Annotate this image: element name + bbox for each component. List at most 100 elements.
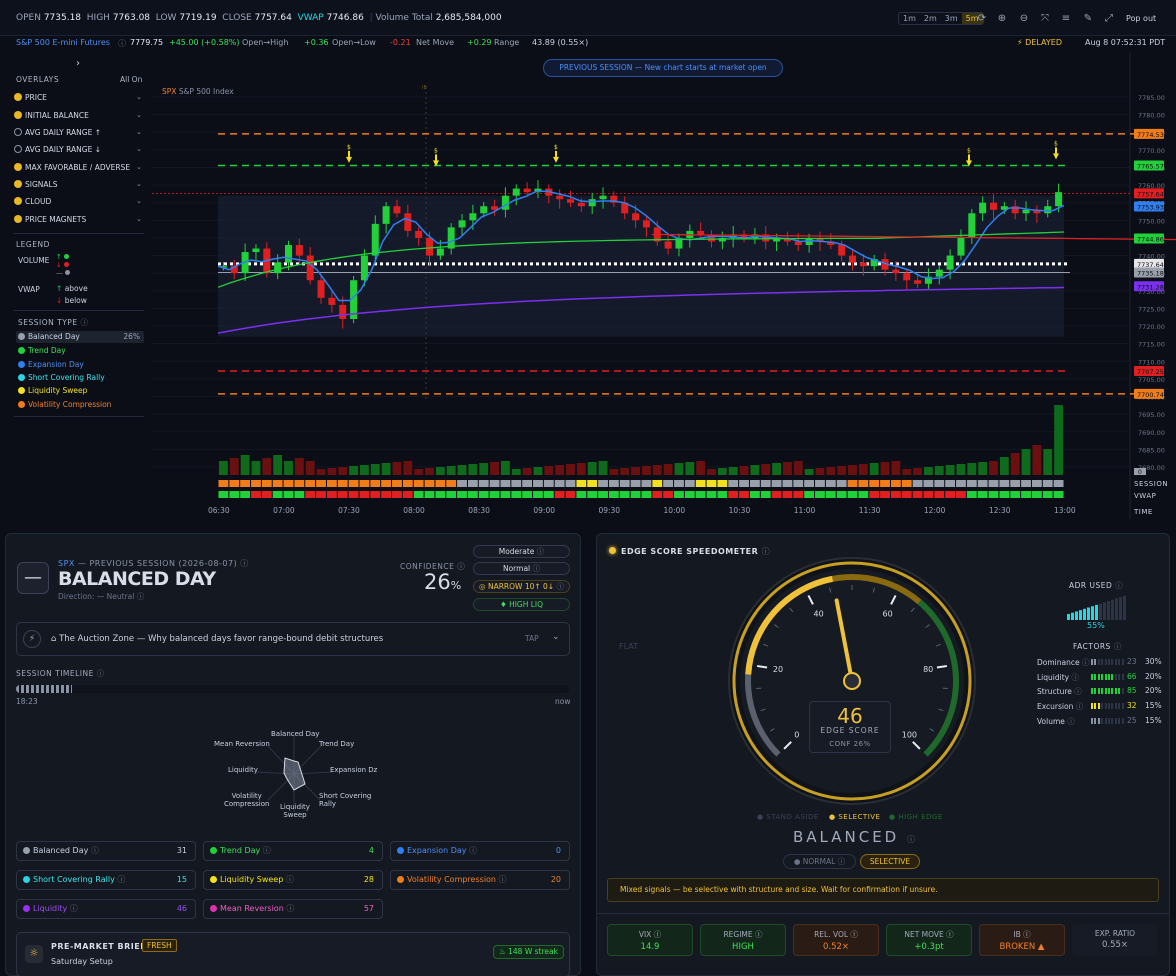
prob-trend-day[interactable]: Trend Day ⓘ 4: [203, 841, 383, 861]
vwap-strip-cell: [511, 491, 522, 498]
info-icon[interactable]: ⓘ: [1065, 717, 1075, 726]
session-type-vol-compression[interactable]: Volatility Compression: [18, 400, 150, 409]
pill-moderate[interactable]: Moderate ⓘ: [473, 545, 570, 558]
prob-liquidity-sweep[interactable]: Liquidity Sweep ⓘ 28: [203, 870, 383, 890]
kpi-card[interactable]: VIX ⓘ 14.9: [607, 924, 693, 956]
info-icon[interactable]: ⓘ: [240, 559, 249, 568]
session-symbol[interactable]: SPX: [58, 559, 75, 568]
checkbox-icon[interactable]: [14, 215, 22, 223]
timeframe-2m[interactable]: 2m: [920, 13, 941, 24]
prob-expansion-day[interactable]: Expansion Day ⓘ 0: [390, 841, 570, 861]
instrument-name[interactable]: S&P 500 E-mini Futures: [16, 38, 110, 47]
chevron-down-icon[interactable]: ⌄: [552, 632, 560, 642]
info-icon[interactable]: ⓘ: [1115, 581, 1123, 590]
price-chart[interactable]: 7785.007780.007775.007770.007765.007760.…: [152, 52, 1176, 519]
overlay-adr-up[interactable]: AVG DAILY RANGE ↑ ⌄: [14, 128, 146, 144]
checkbox-icon[interactable]: [14, 163, 22, 171]
timeframe-3m[interactable]: 3m: [941, 13, 962, 24]
pre-market-brief-card[interactable]: ☼ PRE-MARKET BRIEF FRESH Saturday Setup …: [16, 932, 570, 976]
info-icon[interactable]: ⓘ: [80, 318, 88, 327]
refresh-icon[interactable]: ⟳: [975, 12, 989, 26]
info-icon[interactable]: ⓘ: [762, 547, 771, 556]
checkbox-icon[interactable]: [14, 111, 22, 119]
prob-short-covering[interactable]: Short Covering Rally ⓘ 15: [16, 870, 196, 890]
info-icon[interactable]: ⓘ: [1073, 702, 1084, 711]
mode-selective-button[interactable]: SELECTIVE: [860, 854, 920, 869]
chevron-down-icon[interactable]: ⌄: [136, 163, 142, 171]
chevron-down-icon[interactable]: ⌄: [136, 145, 142, 153]
gauge-hub: [843, 672, 861, 690]
session-strip-cell: [576, 480, 587, 487]
timeline-track[interactable]: [16, 685, 569, 693]
checkbox-icon[interactable]: [14, 128, 22, 136]
auction-zone-card[interactable]: ⚡ ⌂ The Auction Zone — Why balanced days…: [16, 622, 570, 656]
prob-liquidity[interactable]: Liquidity ⓘ 46: [16, 899, 196, 919]
session-type-short-covering[interactable]: Short Covering Rally: [18, 373, 150, 382]
settings-sliders-icon[interactable]: ≡: [1059, 12, 1073, 26]
kpi-card[interactable]: IB ⓘ BROKEN ▲: [979, 924, 1065, 956]
checkbox-icon[interactable]: [14, 145, 22, 153]
factor-score: 23: [1127, 657, 1137, 666]
session-type-trend[interactable]: Trend Day: [18, 346, 150, 355]
overlay-initial-balance[interactable]: INITIAL BALANCE ⌄: [14, 111, 146, 127]
chart-canvas[interactable]: 7785.007780.007775.007770.007765.007760.…: [152, 52, 1176, 519]
info-icon[interactable]: ⓘ: [1080, 658, 1090, 667]
info-icon[interactable]: ⓘ: [1072, 687, 1082, 696]
overlay-price[interactable]: PRICE ⌄: [14, 93, 146, 109]
session-datetime: Aug 8 07:52:31 PDT: [1085, 38, 1166, 47]
popout-button[interactable]: Pop out: [1126, 14, 1156, 23]
factor-label: Excursion: [1037, 702, 1074, 712]
building-icon: ⌂: [51, 634, 57, 644]
info-icon[interactable]: ⓘ: [907, 835, 915, 844]
overlay-signals[interactable]: SIGNALS ⌄: [14, 180, 146, 196]
pill-narrow[interactable]: ◎ NARROW 10↑ 0↓ ⓘ: [473, 580, 570, 593]
pill-high-liq[interactable]: ♦ HIGH LIQ: [473, 598, 570, 611]
y-tick-label: 7685.00: [1138, 446, 1165, 454]
zoom-out-icon[interactable]: ⊖: [1017, 12, 1031, 26]
overlay-price-magnets[interactable]: PRICE MAGNETS ⌄: [14, 215, 146, 231]
prob-balanced-day[interactable]: Balanced Day ⓘ 31: [16, 841, 196, 861]
checkbox-icon[interactable]: [14, 180, 22, 188]
fit-icon[interactable]: ⤧: [1038, 12, 1052, 26]
arrow-up-icon: ↑: [56, 284, 63, 293]
info-icon[interactable]: ⓘ: [1114, 642, 1122, 651]
chevron-down-icon[interactable]: ⌄: [136, 180, 142, 188]
all-on-button[interactable]: All On: [120, 75, 142, 84]
chevron-down-icon[interactable]: ⌄: [136, 197, 142, 205]
low-label: LOW: [155, 13, 177, 23]
kpi-card[interactable]: REL. VOL ⓘ 0.52×: [793, 924, 879, 956]
zoom-in-icon[interactable]: ⊕: [995, 12, 1009, 26]
prob-mean-reversion[interactable]: Mean Reversion ⓘ 57: [203, 899, 383, 919]
chevron-down-icon[interactable]: ⌄: [136, 128, 142, 136]
session-type-expansion[interactable]: Expansion Day: [18, 360, 150, 369]
chevron-down-icon[interactable]: ⌄: [136, 93, 142, 101]
checkbox-icon[interactable]: [14, 197, 22, 205]
collapse-chevron-icon[interactable]: ›: [76, 58, 80, 69]
session-strip-cell: [305, 480, 316, 487]
prob-vol-compression[interactable]: Volatility Compression ⓘ 20: [390, 870, 570, 890]
draw-pencil-icon[interactable]: ✎: [1081, 12, 1095, 26]
checkbox-icon[interactable]: [14, 93, 22, 101]
drop-icon: ♦: [499, 600, 507, 609]
streak-badge[interactable]: ♨ 148 W streak: [493, 945, 564, 959]
kpi-card[interactable]: REGIME ⓘ HIGH: [700, 924, 786, 956]
chevron-down-icon[interactable]: ⌄: [136, 215, 142, 223]
overlay-adr-down[interactable]: AVG DAILY RANGE ↓ ⌄: [14, 145, 146, 161]
timeframe-1m[interactable]: 1m: [899, 13, 920, 24]
chevron-down-icon[interactable]: ⌄: [136, 111, 142, 119]
overlay-mfe-mae[interactable]: MAX FAVORABLE / ADVERSE ⌄: [14, 163, 146, 179]
info-icon[interactable]: ⓘ: [97, 669, 105, 678]
overlay-cloud[interactable]: CLOUD ⌄: [14, 197, 146, 213]
session-type-liquidity-sweep[interactable]: Liquidity Sweep: [18, 386, 150, 395]
info-icon[interactable]: ⓘ: [1069, 673, 1079, 682]
kpi-card[interactable]: NET MOVE ⓘ +0.3pt: [886, 924, 972, 956]
info-icon[interactable]: ⓘ: [137, 592, 145, 601]
info-icon[interactable]: ⓘ: [118, 38, 126, 49]
kpi-card[interactable]: EXP. RATIO 0.55×: [1072, 924, 1158, 956]
radar-label-short-covering: Short Covering Rally: [319, 792, 372, 808]
expand-icon[interactable]: ⤢: [1102, 12, 1116, 26]
session-type-balanced[interactable]: Balanced Day 26%: [18, 332, 150, 341]
pill-normal[interactable]: Normal ⓘ: [473, 562, 570, 575]
candle-body: [1022, 209, 1030, 214]
mode-normal-button[interactable]: ● NORMAL ⓘ: [783, 854, 856, 869]
